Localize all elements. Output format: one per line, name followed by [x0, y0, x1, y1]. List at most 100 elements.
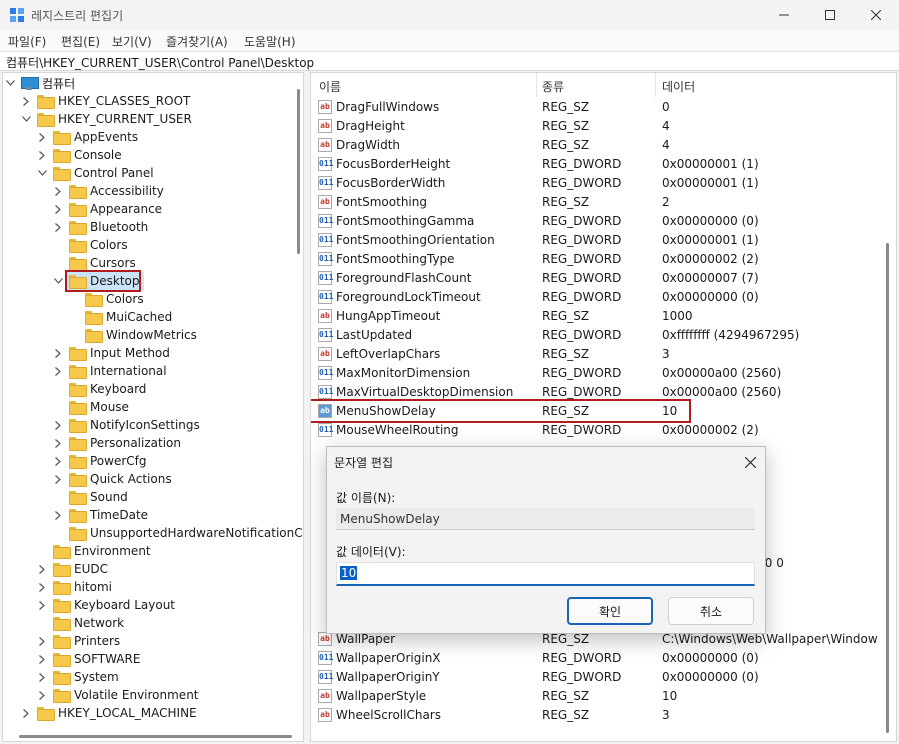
- value-row[interactable]: ab DragWidth REG_SZ 4: [311, 136, 896, 155]
- tree-item[interactable]: HKEY_CLASSES_ROOT: [23, 92, 194, 110]
- tree-item[interactable]: HKEY_CURRENT_USER: [21, 110, 196, 128]
- chevron-right-icon[interactable]: [53, 218, 63, 236]
- tree-item[interactable]: Volatile Environment: [39, 686, 203, 704]
- chevron-right-icon[interactable]: [53, 470, 63, 488]
- value-row[interactable]: 011 ForegroundFlashCount REG_DWORD 0x000000…: [311, 269, 896, 288]
- tree-vertical-scrollbar[interactable]: [297, 89, 300, 254]
- menu-file[interactable]: 파일(F): [8, 33, 46, 50]
- chevron-right-icon[interactable]: [53, 416, 63, 434]
- close-button[interactable]: [853, 0, 899, 30]
- chevron-right-icon[interactable]: [37, 146, 47, 164]
- chevron-right-icon[interactable]: [53, 344, 63, 362]
- tree-item[interactable]: Network: [51, 614, 128, 632]
- column-data[interactable]: 데이터: [662, 73, 695, 97]
- tree-item[interactable]: Bluetooth: [55, 218, 152, 236]
- menu-edit[interactable]: 편집(E): [61, 33, 100, 50]
- tree-item[interactable]: TimeDate: [55, 506, 152, 524]
- column-divider[interactable]: [536, 73, 537, 97]
- chevron-right-icon[interactable]: [21, 92, 31, 110]
- tree-item[interactable]: Appearance: [55, 200, 166, 218]
- address-bar[interactable]: 컴퓨터\HKEY_CURRENT_USER\Control Panel\Desk…: [0, 51, 899, 71]
- chevron-right-icon[interactable]: [37, 650, 47, 668]
- value-row[interactable]: 011 LastUpdated REG_DWORD 0xffffffff (42949…: [311, 326, 896, 345]
- chevron-right-icon[interactable]: [53, 452, 63, 470]
- tree-horizontal-scrollbar[interactable]: [19, 735, 292, 738]
- value-row[interactable]: 011 FontSmoothingOrientation REG_DWORD 0x00…: [311, 231, 896, 250]
- tree-item[interactable]: Printers: [39, 632, 124, 650]
- tree-item[interactable]: AppEvents: [39, 128, 142, 146]
- value-row[interactable]: ab DragFullWindows REG_SZ 0: [311, 98, 896, 117]
- column-divider[interactable]: [655, 73, 656, 97]
- value-row[interactable]: 011 ForegroundLockTimeout REG_DWORD 0x00000…: [311, 288, 896, 307]
- tree-item[interactable]: Input Method: [55, 344, 174, 362]
- tree-item[interactable]: HKEY_LOCAL_MACHINE: [23, 704, 201, 722]
- menu-favorites[interactable]: 즐겨찾기(A): [166, 33, 228, 50]
- chevron-right-icon[interactable]: [37, 686, 47, 704]
- tree-item[interactable]: Keyboard Layout: [39, 596, 179, 614]
- tree-item[interactable]: Sound: [67, 488, 132, 506]
- chevron-right-icon[interactable]: [21, 704, 31, 722]
- values-list[interactable]: 이름 종류 데이터 ab DragFullWindows REG_SZ 0 ab Drag…: [310, 72, 897, 742]
- chevron-right-icon[interactable]: [37, 668, 47, 686]
- tree-item[interactable]: Environment: [51, 542, 155, 560]
- tree-item[interactable]: Mouse: [67, 398, 133, 416]
- value-row[interactable]: 011 FocusBorderWidth REG_DWORD 0x00000001 (…: [311, 174, 896, 193]
- key-tree[interactable]: 컴퓨터 HKEY_CLASSES_ROOT HKEY_CURRENT_USER App…: [2, 72, 304, 742]
- chevron-right-icon[interactable]: [37, 596, 47, 614]
- menu-help[interactable]: 도움말(H): [244, 33, 296, 50]
- value-row[interactable]: 011 MouseWheelRouting REG_DWORD 0x00000002 …: [311, 421, 896, 440]
- tree-item[interactable]: UnsupportedHardwareNotificationCa: [67, 524, 303, 542]
- tree-item[interactable]: EUDC: [39, 560, 112, 578]
- tree-item[interactable]: NotifyIconSettings: [55, 416, 204, 434]
- chevron-right-icon[interactable]: [37, 632, 47, 650]
- value-data-input[interactable]: 10: [336, 562, 755, 586]
- minimize-button[interactable]: [761, 0, 807, 30]
- tree-item[interactable]: Personalization: [55, 434, 185, 452]
- chevron-right-icon[interactable]: [37, 578, 47, 596]
- value-row[interactable]: 011 FontSmoothingGamma REG_DWORD 0x00000000…: [311, 212, 896, 231]
- tree-item[interactable]: Keyboard: [67, 380, 150, 398]
- cancel-button[interactable]: 취소: [668, 597, 754, 625]
- chevron-right-icon[interactable]: [53, 434, 63, 452]
- tree-item[interactable]: International: [55, 362, 171, 380]
- value-row[interactable]: ab LeftOverlapChars REG_SZ 3: [311, 345, 896, 364]
- chevron-right-icon[interactable]: [53, 506, 63, 524]
- chevron-right-icon[interactable]: [37, 560, 47, 578]
- tree-item[interactable]: 컴퓨터: [5, 74, 79, 92]
- tree-item[interactable]: SOFTWARE: [39, 650, 144, 668]
- chevron-down-icon[interactable]: [53, 272, 63, 290]
- tree-item[interactable]: hitomi: [39, 578, 116, 596]
- value-row[interactable]: 011 FontSmoothingType REG_DWORD 0x00000002 …: [311, 250, 896, 269]
- dialog-close-button[interactable]: [733, 449, 767, 475]
- value-row[interactable]: ab DragHeight REG_SZ 4: [311, 117, 896, 136]
- value-row[interactable]: 011 MaxMonitorDimension REG_DWORD 0x00000a0…: [311, 364, 896, 383]
- tree-item[interactable]: WindowMetrics: [83, 326, 201, 344]
- tree-item[interactable]: Colors: [83, 290, 148, 308]
- tree-item[interactable]: MuiCached: [83, 308, 176, 326]
- maximize-button[interactable]: [807, 0, 853, 30]
- chevron-right-icon[interactable]: [53, 182, 63, 200]
- chevron-right-icon[interactable]: [53, 200, 63, 218]
- value-row[interactable]: 011 FocusBorderHeight REG_DWORD 0x00000001 …: [311, 155, 896, 174]
- tree-item[interactable]: Quick Actions: [55, 470, 176, 488]
- chevron-down-icon[interactable]: [5, 74, 15, 92]
- value-row[interactable]: 011 WallpaperOriginX REG_DWORD 0x00000000 (…: [311, 649, 896, 668]
- chevron-right-icon[interactable]: [37, 128, 47, 146]
- column-name[interactable]: 이름: [319, 73, 341, 97]
- tree-item[interactable]: Console: [39, 146, 126, 164]
- tree-item[interactable]: Colors: [67, 236, 132, 254]
- tree-item[interactable]: Accessibility: [55, 182, 168, 200]
- tree-item[interactable]: System: [39, 668, 123, 686]
- menu-view[interactable]: 보기(V): [112, 33, 152, 50]
- chevron-right-icon[interactable]: [53, 362, 63, 380]
- value-row[interactable]: 011 WallpaperOriginY REG_DWORD 0x00000000 (…: [311, 668, 896, 687]
- chevron-down-icon[interactable]: [37, 164, 47, 182]
- ok-button[interactable]: 확인: [567, 597, 653, 625]
- value-row[interactable]: ab FontSmoothing REG_SZ 2: [311, 193, 896, 212]
- value-row[interactable]: ab WallpaperStyle REG_SZ 10: [311, 687, 896, 706]
- value-row[interactable]: ab HungAppTimeout REG_SZ 1000: [311, 307, 896, 326]
- tree-item[interactable]: Control Panel: [37, 164, 158, 182]
- value-row[interactable]: ab WheelScrollChars REG_SZ 3: [311, 706, 896, 725]
- chevron-down-icon[interactable]: [21, 110, 31, 128]
- column-type[interactable]: 종류: [542, 73, 564, 97]
